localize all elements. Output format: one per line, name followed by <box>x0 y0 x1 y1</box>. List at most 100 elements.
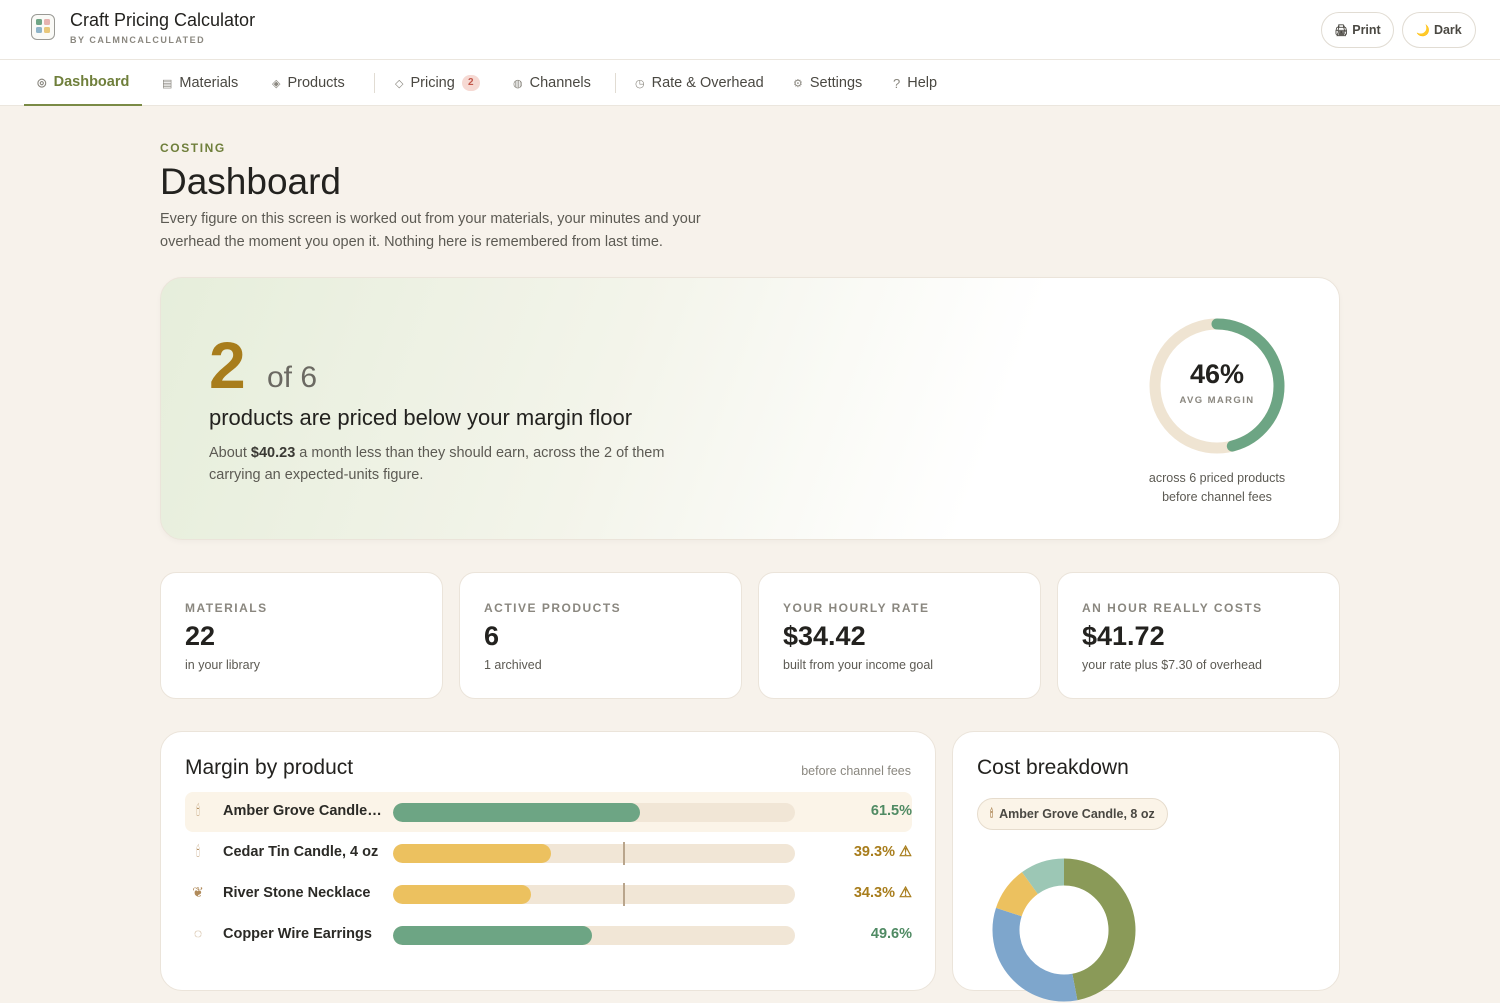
moon-icon: 🌙 <box>1416 24 1430 37</box>
desc-prefix: About <box>209 445 251 461</box>
tab-help[interactable]: ? Help <box>893 60 937 106</box>
tab-rate-overhead[interactable]: ◷ Rate & Overhead <box>635 60 764 106</box>
stat-label: ACTIVE PRODUCTS <box>484 601 622 615</box>
warning-icon: ⚠ <box>899 885 912 901</box>
stat-card-hour-cost: AN HOUR REALLY COSTS $41.72 your rate pl… <box>1057 572 1340 699</box>
warning-icon: ⚠ <box>899 844 912 860</box>
tab-label: Help <box>907 75 938 91</box>
monthly-shortfall: $40.23 <box>250 445 296 461</box>
stat-sub: your rate plus $7.30 of overhead <box>1082 658 1262 672</box>
cost-breakdown-donut <box>992 858 1136 1002</box>
margin-percent: 39.3% ⚠ <box>854 844 912 860</box>
margin-bar-fill <box>393 926 593 945</box>
margin-bar-fill <box>393 844 551 863</box>
tab-dashboard[interactable]: ◎ Dashboard <box>24 60 143 106</box>
stat-label: AN HOUR REALLY COSTS <box>1082 601 1263 615</box>
avg-margin-label: AVG MARGIN <box>1179 395 1255 406</box>
tab-label: Dashboard <box>53 74 130 90</box>
margin-bar-track <box>393 926 795 945</box>
tab-label: Materials <box>179 75 239 91</box>
margin-bar-track <box>393 885 795 904</box>
dark-label: Dark <box>1433 23 1462 37</box>
gear-icon: ⚙ <box>793 77 803 90</box>
margin-bar-track <box>393 844 795 863</box>
dark-mode-button[interactable]: 🌙 Dark <box>1402 12 1476 48</box>
margin-floor-summary-card: 2 of 6 products are priced below your ma… <box>160 277 1340 540</box>
stat-value: 22 <box>185 621 216 651</box>
tab-channels[interactable]: ◍ Channels <box>513 60 591 106</box>
tab-settings[interactable]: ⚙ Settings <box>793 60 862 106</box>
stat-label: MATERIALS <box>185 601 268 615</box>
cost-segment[interactable] <box>1063 858 1136 1001</box>
margin-bar-fill <box>393 803 641 822</box>
stat-value: $34.42 <box>783 621 866 651</box>
tab-label: Settings <box>809 75 863 91</box>
nav-divider <box>615 73 616 93</box>
app-byline: BY CALMNCALCULATED <box>70 35 206 45</box>
cost-segment[interactable] <box>992 907 1078 1002</box>
tab-pricing[interactable]: ◇ Pricing 2 <box>395 60 480 106</box>
stat-sub: 1 archived <box>484 658 542 672</box>
margin-bar-track <box>393 803 795 822</box>
margin-value: 39.3% <box>853 844 895 860</box>
margin-floor-marker <box>623 883 625 906</box>
below-floor-count: 2 <box>209 328 246 402</box>
avg-margin-value: 46% <box>1189 359 1245 389</box>
necklace-icon: ❦ <box>192 884 204 900</box>
candle-icon: 🕯 <box>196 802 200 818</box>
tab-products[interactable]: ◈ Products <box>272 60 345 106</box>
note-line: before channel fees <box>1162 490 1272 504</box>
tab-label: Pricing <box>410 75 455 91</box>
margin-bar-fill <box>393 885 531 904</box>
panel-title: Cost breakdown <box>977 756 1129 779</box>
dashboard-icon: ◎ <box>37 76 47 89</box>
product-name: Cedar Tin Candle, 4 oz <box>223 844 379 860</box>
margin-value: 34.3% <box>853 885 895 901</box>
product-margin-row[interactable]: 🕯 Cedar Tin Candle, 4 oz 39.3% ⚠ <box>185 833 912 873</box>
tab-label: Rate & Overhead <box>651 75 764 91</box>
cost-segment[interactable] <box>996 872 1039 917</box>
product-selector-chip[interactable]: 🕯 Amber Grove Candle, 8 oz <box>977 798 1168 830</box>
main-nav: ◎ Dashboard ▤ Materials ◈ Products ◇ Pri… <box>0 60 1500 106</box>
tab-label: Products <box>287 75 345 91</box>
page-intro: Every figure on this screen is worked ou… <box>160 211 701 250</box>
stat-card-materials: MATERIALS 22 in your library <box>160 572 443 699</box>
diamond-icon: ◈ <box>272 77 281 90</box>
product-margin-row[interactable]: ◌ Copper Wire Earrings 49.6% <box>185 915 912 955</box>
product-margin-row[interactable]: ❦ River Stone Necklace 34.3% ⚠ <box>185 874 912 914</box>
summary-description: About $40.23 a month less than they shou… <box>209 442 679 486</box>
panel-note: before channel fees <box>801 764 911 778</box>
cost-segment[interactable] <box>1021 858 1065 895</box>
tab-label: Channels <box>529 75 591 91</box>
nav-divider <box>374 73 375 93</box>
app-logo-icon <box>31 14 55 40</box>
page-title: Dashboard <box>160 161 342 202</box>
product-total: of 6 <box>267 361 318 394</box>
cost-breakdown-panel: Cost breakdown 🕯 Amber Grove Candle, 8 o… <box>952 731 1340 1002</box>
print-button[interactable]: 🖨 Print <box>1321 12 1394 48</box>
avg-margin-note: across 6 priced products before channel … <box>1121 469 1313 507</box>
list-icon: ▤ <box>162 77 173 90</box>
stat-value: $41.72 <box>1082 621 1165 651</box>
printer-icon: 🖨 <box>1334 24 1349 37</box>
product-margin-row[interactable]: 🕯 Amber Grove Candle, 8 oz 61.5% <box>185 792 912 832</box>
stat-card-hourly-rate: YOUR HOURLY RATE $34.42 built from your … <box>758 572 1041 699</box>
margin-value: 61.5% <box>870 803 912 819</box>
margin-by-product-panel: Margin by product before channel fees 🕯 A… <box>160 731 936 991</box>
print-label: Print <box>1352 23 1381 37</box>
pricing-count-badge: 2 <box>461 75 480 91</box>
stat-value: 6 <box>484 621 500 651</box>
app-title: Craft Pricing Calculator <box>70 10 256 30</box>
product-name: Copper Wire Earrings <box>223 926 372 942</box>
candle-icon: 🕯 <box>990 807 994 820</box>
note-line: across 6 priced products <box>1148 471 1286 485</box>
margin-value: 49.6% <box>870 926 912 942</box>
product-name: Amber Grove Candle, 8 oz <box>223 803 385 819</box>
section-eyebrow: COSTING <box>160 141 226 155</box>
stat-sub: built from your income goal <box>783 658 934 672</box>
margin-floor-marker <box>623 842 625 865</box>
tab-materials[interactable]: ▤ Materials <box>162 60 238 106</box>
stat-sub: in your library <box>185 658 261 672</box>
selected-product-label: Amber Grove Candle, 8 oz <box>999 807 1155 821</box>
panel-title: Margin by product <box>185 756 354 779</box>
